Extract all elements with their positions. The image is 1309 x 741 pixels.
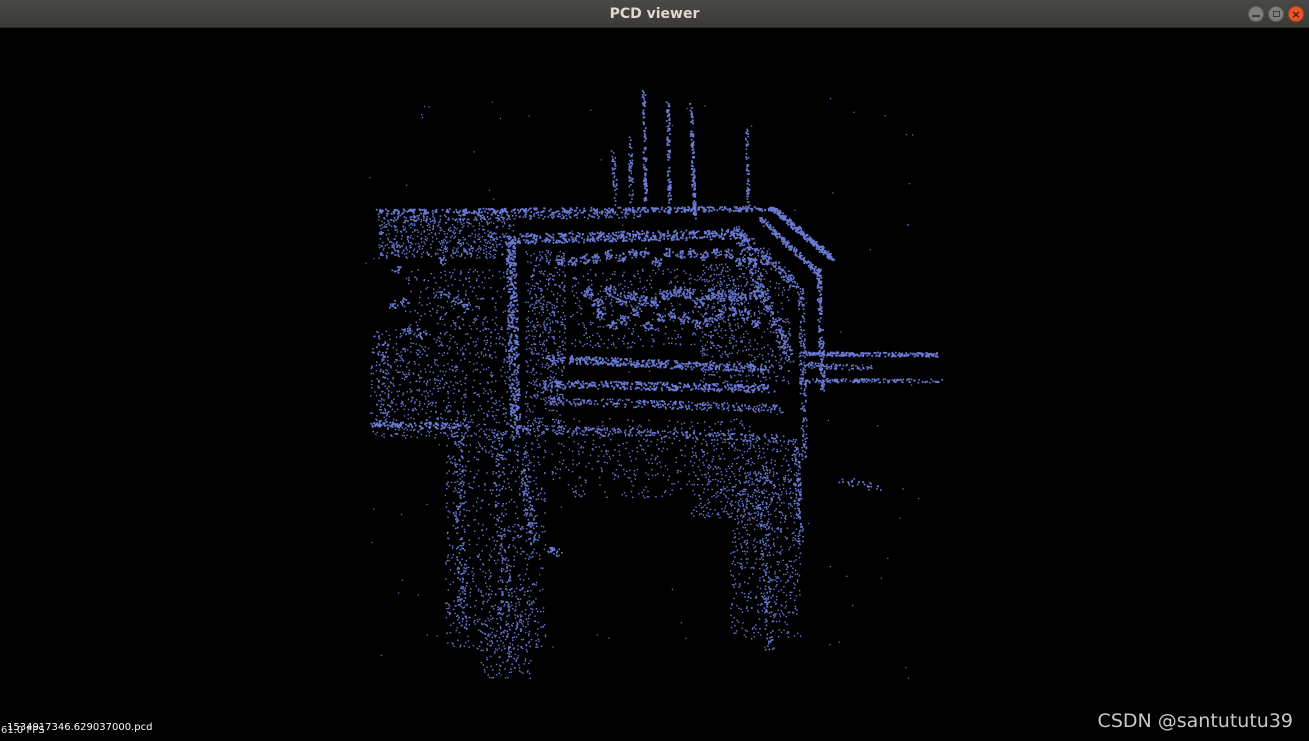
minimize-icon <box>1252 14 1260 17</box>
point-cloud-viewport[interactable]: 61.0 FPS 1534917346.629037000.pcd CSDN @… <box>0 28 1309 741</box>
maximize-icon <box>1272 11 1280 17</box>
pcd-viewer-window: PCD viewer × 61.0 FPS 1534917346.6290370… <box>0 0 1309 741</box>
title-bar[interactable]: PCD viewer × <box>0 0 1309 28</box>
csdn-watermark: CSDN @santututu39 <box>1097 710 1293 732</box>
window-title: PCD viewer <box>609 6 700 22</box>
minimize-button[interactable] <box>1248 6 1264 22</box>
maximize-button[interactable] <box>1268 6 1284 22</box>
pcd-filename-label: 1534917346.629037000.pcd <box>7 722 153 733</box>
close-icon: × <box>1291 7 1301 21</box>
point-cloud-render <box>365 90 943 679</box>
close-button[interactable]: × <box>1288 6 1304 22</box>
